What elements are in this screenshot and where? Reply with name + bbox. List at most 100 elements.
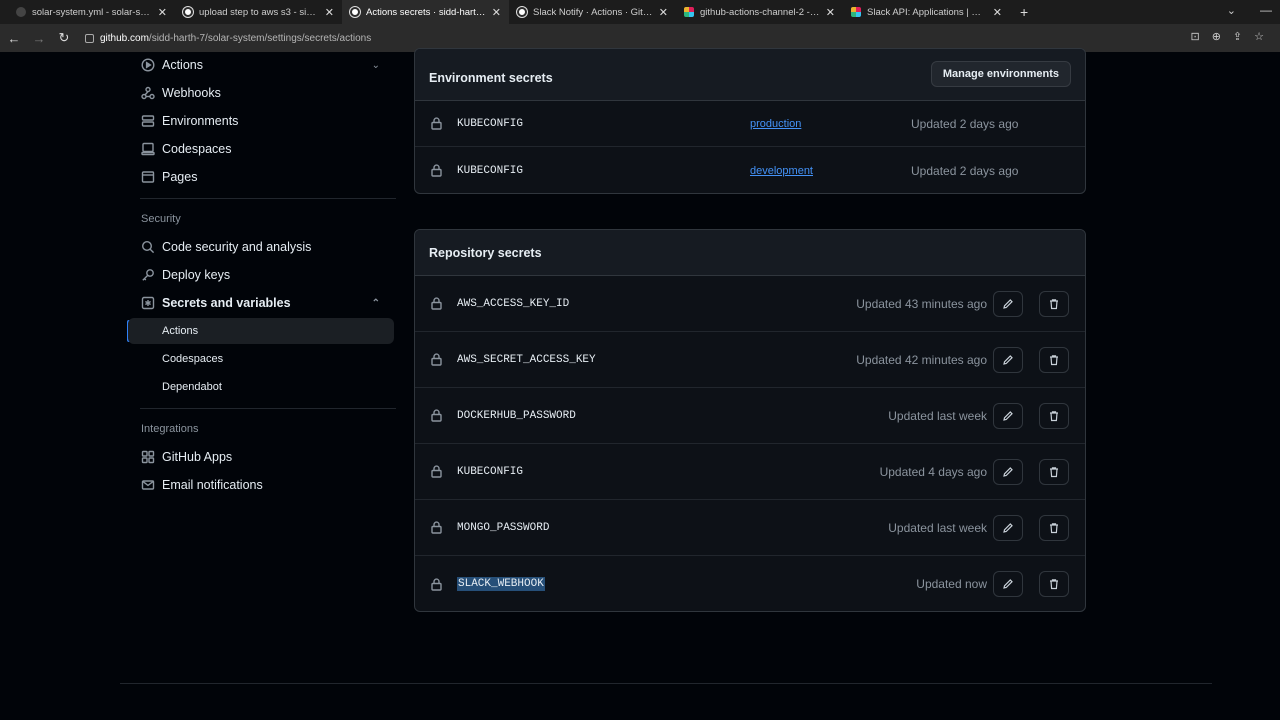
manage-environments-button[interactable]: Manage environments — [930, 61, 1071, 87]
sidebar-item-github-apps[interactable]: GitHub Apps — [128, 443, 394, 471]
tab-title: upload step to aws s3 - sidd-harth — [199, 6, 319, 18]
sidebar-subitem-codespaces[interactable]: Codespaces — [128, 346, 394, 372]
sidebar-item-pages[interactable]: Pages — [128, 163, 394, 191]
sidebar-subitem-actions[interactable]: Actions — [128, 318, 394, 344]
reload-icon[interactable]: ↻ — [53, 27, 75, 49]
sidebar-item-label: GitHub Apps — [162, 450, 233, 464]
mail-icon — [141, 480, 155, 490]
sidebar-item-deploy-keys[interactable]: Deploy keys — [128, 261, 394, 289]
pencil-icon — [1003, 410, 1013, 421]
delete-secret-button[interactable] — [1039, 402, 1069, 429]
secret-name: KUBECONFIG — [457, 117, 524, 130]
site-info-icon[interactable] — [85, 33, 94, 43]
sidebar-section-security: Security — [141, 213, 181, 225]
apps-icon — [141, 450, 155, 464]
updated-text: Updated last week — [888, 520, 987, 535]
slack-icon — [684, 7, 694, 17]
edit-secret-button[interactable] — [993, 346, 1023, 373]
updated-text: Updated 43 minutes ago — [856, 296, 987, 311]
browser-tab[interactable]: upload step to aws s3 - sidd-harth ✕ — [175, 0, 342, 24]
chevron-up-icon[interactable]: ⌃ — [372, 298, 380, 309]
minimize-icon[interactable]: — — [1260, 3, 1272, 17]
secret-name: SLACK_WEBHOOK — [457, 577, 545, 591]
repository-secrets-panel: Repository secrets AWS_ACCESS_KEY_ID Upda… — [414, 229, 1086, 612]
sidebar-item-code-security[interactable]: Code security and analysis — [128, 233, 394, 261]
updated-text: Updated 2 days ago — [911, 163, 1019, 178]
browser-tab[interactable]: Slack API: Applications | mcd-level ✕ — [843, 0, 1010, 24]
forward-arrow-icon[interactable]: → — [28, 27, 50, 49]
environment-secrets-panel: Environment secrets Manage environments … — [414, 48, 1086, 194]
updated-text: Updated 42 minutes ago — [856, 352, 987, 367]
trash-icon — [1050, 466, 1058, 477]
delete-secret-button[interactable] — [1039, 514, 1069, 541]
edit-secret-button[interactable] — [993, 402, 1023, 429]
bookmark-star-icon[interactable]: ☆ — [1254, 30, 1264, 43]
delete-secret-button[interactable] — [1039, 290, 1069, 317]
browser-tab-active[interactable]: Actions secrets · sidd-harth-7/solar-sys… — [342, 0, 509, 24]
close-icon[interactable]: ✕ — [826, 6, 835, 19]
back-arrow-icon[interactable]: ← — [3, 27, 25, 49]
lock-icon — [431, 521, 442, 534]
close-icon[interactable]: ✕ — [492, 6, 501, 19]
url-field[interactable]: github.com /sidd-harth-7/solar-system/se… — [85, 33, 371, 44]
sidebar-item-label: Webhooks — [162, 86, 221, 100]
delete-secret-button[interactable] — [1039, 458, 1069, 485]
github-icon — [517, 7, 527, 17]
lock-icon — [431, 577, 442, 591]
delete-secret-button[interactable] — [1039, 346, 1069, 373]
sidebar-item-actions[interactable]: Actions ⌄ — [128, 51, 394, 79]
close-icon[interactable]: ✕ — [325, 6, 334, 19]
tab-title: github-actions-channel-2 - mcd — [700, 6, 820, 18]
url-host: github.com — [100, 32, 149, 44]
edit-secret-button[interactable] — [993, 514, 1023, 541]
close-icon[interactable]: ✕ — [158, 6, 167, 19]
table-row: SLACK_WEBHOOK Updated now — [415, 556, 1085, 611]
sidebar-item-environments[interactable]: Environments — [128, 107, 394, 135]
browser-tab[interactable]: solar-system.yml - solar-system ✕ — [8, 0, 175, 24]
chevron-down-icon[interactable]: ⌄ — [1227, 4, 1236, 17]
sidebar-subitem-dependabot[interactable]: Dependabot — [128, 374, 394, 400]
trash-icon — [1050, 579, 1058, 590]
tab-title: Slack API: Applications | mcd-level — [867, 6, 987, 18]
pencil-icon — [1003, 522, 1013, 533]
webhook-icon — [141, 86, 155, 100]
sidebar-item-codespaces[interactable]: Codespaces — [128, 135, 394, 163]
chevron-down-icon[interactable]: ⌄ — [372, 60, 380, 71]
github-icon — [183, 7, 193, 17]
lock-icon — [431, 465, 442, 478]
sidebar-item-email-notifications[interactable]: Email notifications — [128, 471, 394, 499]
browser-tab[interactable]: github-actions-channel-2 - mcd ✕ — [676, 0, 843, 24]
edit-secret-button[interactable] — [993, 458, 1023, 485]
delete-secret-button[interactable] — [1039, 571, 1069, 597]
table-row: KUBECONFIG production Updated 2 days ago — [415, 101, 1085, 147]
github-icon — [16, 7, 26, 17]
secret-name: KUBECONFIG — [457, 465, 524, 478]
table-row: DOCKERHUB_PASSWORD Updated last week — [415, 388, 1085, 444]
close-icon[interactable]: ✕ — [659, 6, 668, 19]
sidebar-item-label: Code security and analysis — [162, 240, 312, 254]
trash-icon — [1050, 410, 1058, 421]
browser-tab[interactable]: Slack Notify · Actions · GitHub Marketpl… — [509, 0, 676, 24]
tab-title: solar-system.yml - solar-system — [32, 6, 152, 18]
new-tab-button[interactable]: + — [1020, 4, 1028, 20]
sidebar-item-webhooks[interactable]: Webhooks — [128, 79, 394, 107]
share-icon[interactable]: ⇪ — [1233, 30, 1242, 43]
key-icon — [142, 269, 154, 281]
settings-page: Actions ⌄ Webhooks Environments Codespac… — [0, 48, 1280, 720]
footer-divider — [120, 683, 1212, 684]
environment-link[interactable]: development — [750, 165, 813, 177]
zoom-icon[interactable]: ⊕ — [1212, 30, 1221, 43]
close-icon[interactable]: ✕ — [993, 6, 1002, 19]
edit-secret-button[interactable] — [993, 290, 1023, 317]
table-row: KUBECONFIG Updated 4 days ago — [415, 444, 1085, 500]
sidebar-item-secrets-and-variables[interactable]: Secrets and variables ⌃ — [128, 289, 394, 317]
edit-secret-button[interactable] — [993, 571, 1023, 597]
updated-text: Updated 4 days ago — [879, 464, 987, 479]
pencil-icon — [1003, 579, 1013, 589]
slack-icon — [851, 7, 861, 17]
url-tools: ⊡ ⊕ ⇪ ☆ — [1190, 30, 1264, 43]
updated-text: Updated last week — [888, 408, 987, 423]
environment-link[interactable]: production — [750, 118, 801, 130]
table-row: KUBECONFIG development Updated 2 days ag… — [415, 147, 1085, 193]
install-icon[interactable]: ⊡ — [1190, 30, 1199, 43]
